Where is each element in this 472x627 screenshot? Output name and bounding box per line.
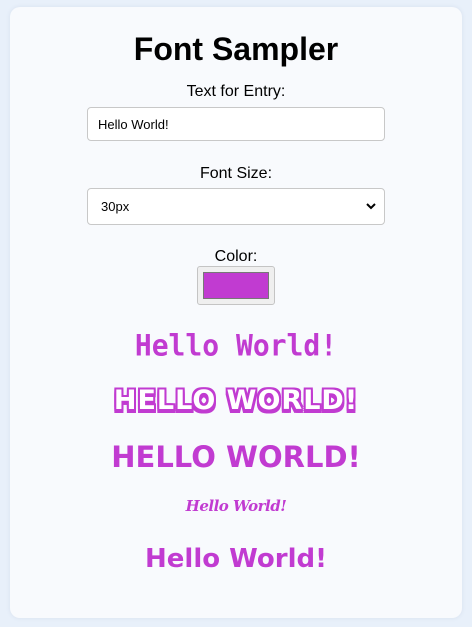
font-sample-5: Hello World!	[145, 544, 327, 574]
color-picker[interactable]	[197, 266, 275, 305]
color-label: Color:	[214, 248, 258, 265]
font-sample-3: HELLO WORLD!	[111, 440, 361, 474]
font-size-selected-value: 30px	[101, 199, 130, 214]
page-title: Font Sampler	[133, 31, 339, 67]
color-swatch	[203, 272, 269, 299]
font-size-select[interactable]: 30px	[87, 188, 385, 225]
font-size-label: Font Size:	[199, 165, 273, 182]
text-entry-input[interactable]	[87, 107, 385, 141]
font-sampler-card: Font Sampler Text for Entry: Font Size: …	[10, 7, 462, 618]
font-sample-4: Hello World!	[185, 497, 287, 515]
chevron-down-icon	[366, 202, 376, 212]
font-sample-2: HELLO WORLD!	[113, 385, 359, 416]
font-sample-1: Hello World!	[134, 328, 338, 363]
entry-label: Text for Entry:	[186, 83, 286, 100]
